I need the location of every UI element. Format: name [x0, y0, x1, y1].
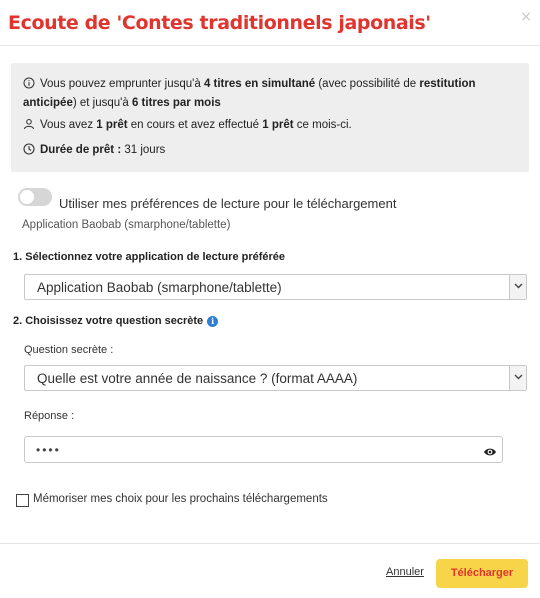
- info-text: ) et jusqu'à: [72, 97, 132, 109]
- user-icon: [23, 118, 37, 136]
- reading-app-select-value: Application Baobab (smarphone/tablette): [37, 280, 282, 295]
- header-divider: [0, 45, 540, 46]
- toggle-knob: [20, 190, 34, 204]
- reading-app-select[interactable]: Application Baobab (smarphone/tablette): [24, 274, 527, 300]
- secret-question-select-value: Quelle est votre année de naissance ? (f…: [37, 371, 358, 386]
- preferred-app-subtitle: Application Baobab (smarphone/tablette): [22, 219, 231, 231]
- remember-choices-checkbox[interactable]: [16, 494, 29, 507]
- preferences-toggle[interactable]: [18, 188, 52, 206]
- cancel-button[interactable]: Annuler: [386, 566, 424, 578]
- step2-heading: 2. Choisissez votre question secrète i: [13, 315, 219, 327]
- step1-heading: 1. Sélectionnez votre application de lec…: [13, 251, 286, 263]
- loan-limit-info: Vous pouvez emprunter jusqu'à 4 titres e…: [23, 76, 519, 112]
- info-strong: Durée de prêt :: [40, 144, 122, 156]
- footer-divider: [0, 543, 540, 544]
- answer-password-input[interactable]: ••••: [24, 436, 503, 463]
- clock-icon: [23, 143, 37, 161]
- info-text: Vous avez: [40, 119, 97, 131]
- remember-choices-label: Mémoriser mes choix pour les prochains t…: [33, 493, 328, 505]
- download-dialog: Ecoute de 'Contes traditionnels japonais…: [0, 0, 540, 598]
- password-mask: ••••: [36, 443, 61, 457]
- info-text: Vous pouvez emprunter jusqu'à: [40, 78, 204, 90]
- chevron-down-icon[interactable]: [509, 275, 526, 299]
- info-strong: 6 titres par mois: [131, 97, 221, 109]
- loan-duration-info: Durée de prêt : 31 jours: [23, 142, 165, 161]
- eye-icon[interactable]: [483, 444, 497, 462]
- info-icon[interactable]: i: [207, 316, 219, 327]
- info-text: en cours et avez effectué: [127, 119, 263, 131]
- info-text: 31 jours: [121, 144, 166, 156]
- current-loans-info: Vous avez 1 prêt en cours et avez effect…: [23, 117, 352, 136]
- info-text: (avec possibilité de: [315, 78, 420, 90]
- secret-question-label: Question secrète :: [24, 344, 114, 356]
- info-strong: 1 prêt: [96, 119, 128, 131]
- dialog-title: Ecoute de 'Contes traditionnels japonais…: [8, 12, 431, 34]
- answer-label: Réponse :: [24, 410, 75, 422]
- info-circle-icon: [23, 77, 37, 95]
- info-strong: 4 titres en simultané: [203, 78, 316, 90]
- loan-info-box: Vous pouvez emprunter jusqu'à 4 titres e…: [11, 63, 529, 172]
- preferences-toggle-label: Utiliser mes préférences de lecture pour…: [59, 196, 397, 211]
- secret-question-select[interactable]: Quelle est votre année de naissance ? (f…: [24, 365, 527, 391]
- download-button[interactable]: Télécharger: [436, 559, 528, 588]
- info-strong: 1 prêt: [262, 119, 294, 131]
- close-icon[interactable]: ×: [520, 9, 532, 25]
- chevron-down-icon[interactable]: [509, 366, 526, 390]
- info-text: ce mois-ci.: [293, 119, 352, 131]
- step2-heading-text: 2. Choisissez votre question secrète: [13, 315, 204, 327]
